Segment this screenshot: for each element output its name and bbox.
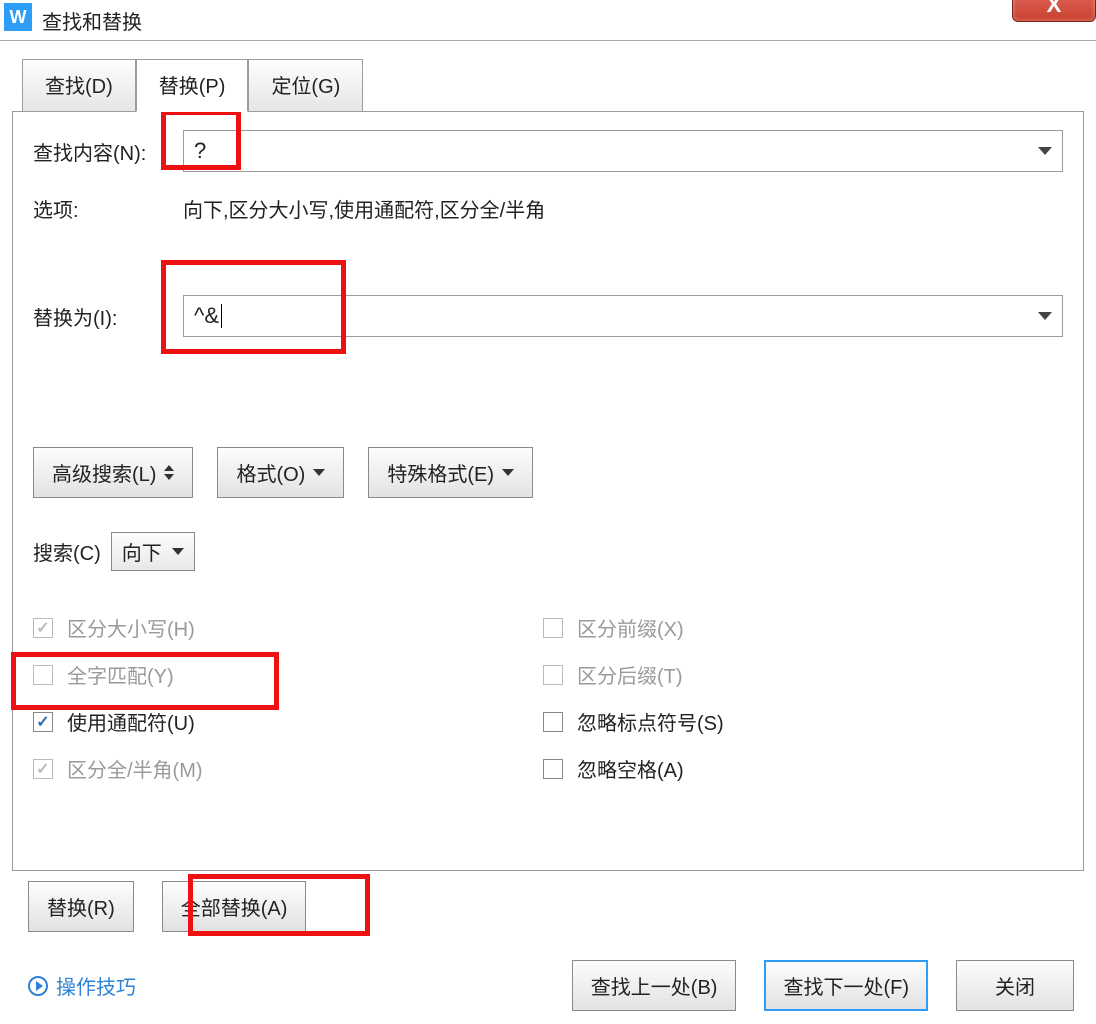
replace-button[interactable]: 替换(R) <box>28 881 134 932</box>
checkbox-icon <box>543 665 563 685</box>
checkbox-col-left: 区分大小写(H) 全字匹配(Y) 使用通配符(U) 区分全/半角(M) <box>33 595 543 801</box>
tab-find[interactable]: 查找(D) <box>22 59 136 112</box>
tab-goto-label: 定位(G) <box>271 76 340 98</box>
check-match-case: 区分大小写(H) <box>33 613 543 642</box>
special-label: 特殊格式(E) <box>387 458 494 487</box>
checkbox-icon <box>33 618 53 638</box>
tab-replace[interactable]: 替换(P) <box>136 59 249 112</box>
find-next-button[interactable]: 查找下一处(F) <box>764 960 928 1011</box>
tab-find-label: 查找(D) <box>45 76 113 98</box>
check-prefix: 区分前缀(X) <box>543 613 1053 642</box>
window-close-button[interactable]: X <box>1012 0 1096 22</box>
close-label: 关闭 <box>995 971 1035 1000</box>
footer-buttons: 替换(R) 全部替换(A) <box>12 881 1084 932</box>
check-ignore-punct-label: 忽略标点符号(S) <box>577 707 724 736</box>
replace-row: 替换为(I): ^& <box>33 295 1063 337</box>
check-wildcards[interactable]: 使用通配符(U) <box>33 707 543 736</box>
find-row: 查找内容(N): ? <box>33 130 1063 172</box>
toolbar-row: 高级搜索(L) 格式(O) 特殊格式(E) <box>33 447 1063 498</box>
check-ignore-punct[interactable]: 忽略标点符号(S) <box>543 707 1053 736</box>
check-whole-word-label: 全字匹配(Y) <box>67 660 174 689</box>
tab-replace-label: 替换(P) <box>159 76 226 98</box>
checkbox-icon <box>33 759 53 779</box>
check-full-half-label: 区分全/半角(M) <box>67 754 203 783</box>
format-button[interactable]: 格式(O) <box>217 447 344 498</box>
special-format-button[interactable]: 特殊格式(E) <box>368 447 533 498</box>
window-title: 查找和替换 <box>42 6 142 35</box>
close-icon: X <box>1047 0 1062 18</box>
check-match-case-label: 区分大小写(H) <box>67 613 195 642</box>
tab-panel: 查找内容(N): ? 选项: 向下,区分大小写,使用通配符,区分全/半角 替换为… <box>12 111 1084 871</box>
text-cursor <box>221 304 222 328</box>
options-row: 选项: 向下,区分大小写,使用通配符,区分全/半角 <box>33 194 1063 223</box>
footer-row-2: 操作技巧 查找上一处(B) 查找下一处(F) 关闭 <box>12 960 1084 1011</box>
check-prefix-label: 区分前缀(X) <box>577 613 684 642</box>
tab-goto[interactable]: 定位(G) <box>248 59 363 112</box>
find-next-label: 查找下一处(F) <box>783 971 909 1000</box>
checkbox-icon <box>33 712 53 732</box>
replace-all-button[interactable]: 全部替换(A) <box>162 881 307 932</box>
replace-input[interactable]: ^& <box>183 295 1063 337</box>
app-icon: W <box>4 3 32 31</box>
checkbox-grid: 区分大小写(H) 全字匹配(Y) 使用通配符(U) 区分全/半角(M) <box>33 595 1063 801</box>
find-input[interactable]: ? <box>183 130 1063 172</box>
find-prev-button[interactable]: 查找上一处(B) <box>572 960 737 1011</box>
format-label: 格式(O) <box>236 458 305 487</box>
tips-link[interactable]: 操作技巧 <box>28 971 136 1000</box>
replace-label: 替换为(I): <box>33 302 183 331</box>
dialog-body: 查找(D) 替换(P) 定位(G) 查找内容(N): ? 选项: 向下,区分大小… <box>0 40 1096 1011</box>
check-suffix: 区分后缀(T) <box>543 660 1053 689</box>
search-direction-select[interactable]: 向下 <box>111 532 195 571</box>
chevron-down-icon <box>502 469 514 476</box>
chevron-down-icon <box>172 548 184 555</box>
find-prev-label: 查找上一处(B) <box>591 971 718 1000</box>
check-suffix-label: 区分后缀(T) <box>577 660 683 689</box>
checkbox-icon <box>33 665 53 685</box>
title-bar: W 查找和替换 X <box>0 0 1096 40</box>
check-ignore-space-label: 忽略空格(A) <box>577 754 684 783</box>
check-full-half: 区分全/半角(M) <box>33 754 543 783</box>
play-icon <box>28 976 48 996</box>
search-label: 搜索(C) <box>33 537 101 566</box>
check-wildcards-label: 使用通配符(U) <box>67 707 195 736</box>
replace-button-label: 替换(R) <box>47 892 115 921</box>
replace-input-value: ^& <box>194 303 219 329</box>
tab-bar: 查找(D) 替换(P) 定位(G) <box>22 59 1084 112</box>
checkbox-col-right: 区分前缀(X) 区分后缀(T) 忽略标点符号(S) 忽略空格(A) <box>543 595 1053 801</box>
check-ignore-space[interactable]: 忽略空格(A) <box>543 754 1053 783</box>
replace-all-label: 全部替换(A) <box>181 892 288 921</box>
checkbox-icon <box>543 712 563 732</box>
checkbox-icon <box>543 618 563 638</box>
advanced-search-button[interactable]: 高级搜索(L) <box>33 447 193 498</box>
sort-icon <box>164 465 174 480</box>
chevron-down-icon <box>1038 312 1052 320</box>
search-direction-row: 搜索(C) 向下 <box>33 532 1063 571</box>
advanced-search-label: 高级搜索(L) <box>52 458 156 487</box>
checkbox-icon <box>543 759 563 779</box>
search-direction-value: 向下 <box>122 537 162 566</box>
find-label: 查找内容(N): <box>33 137 183 166</box>
chevron-down-icon <box>313 469 325 476</box>
check-whole-word: 全字匹配(Y) <box>33 660 543 689</box>
chevron-down-icon <box>1038 147 1052 155</box>
find-input-value: ? <box>194 138 206 164</box>
close-button[interactable]: 关闭 <box>956 960 1074 1011</box>
tips-label: 操作技巧 <box>56 971 136 1000</box>
options-text: 向下,区分大小写,使用通配符,区分全/半角 <box>183 194 545 223</box>
options-label: 选项: <box>33 194 183 223</box>
